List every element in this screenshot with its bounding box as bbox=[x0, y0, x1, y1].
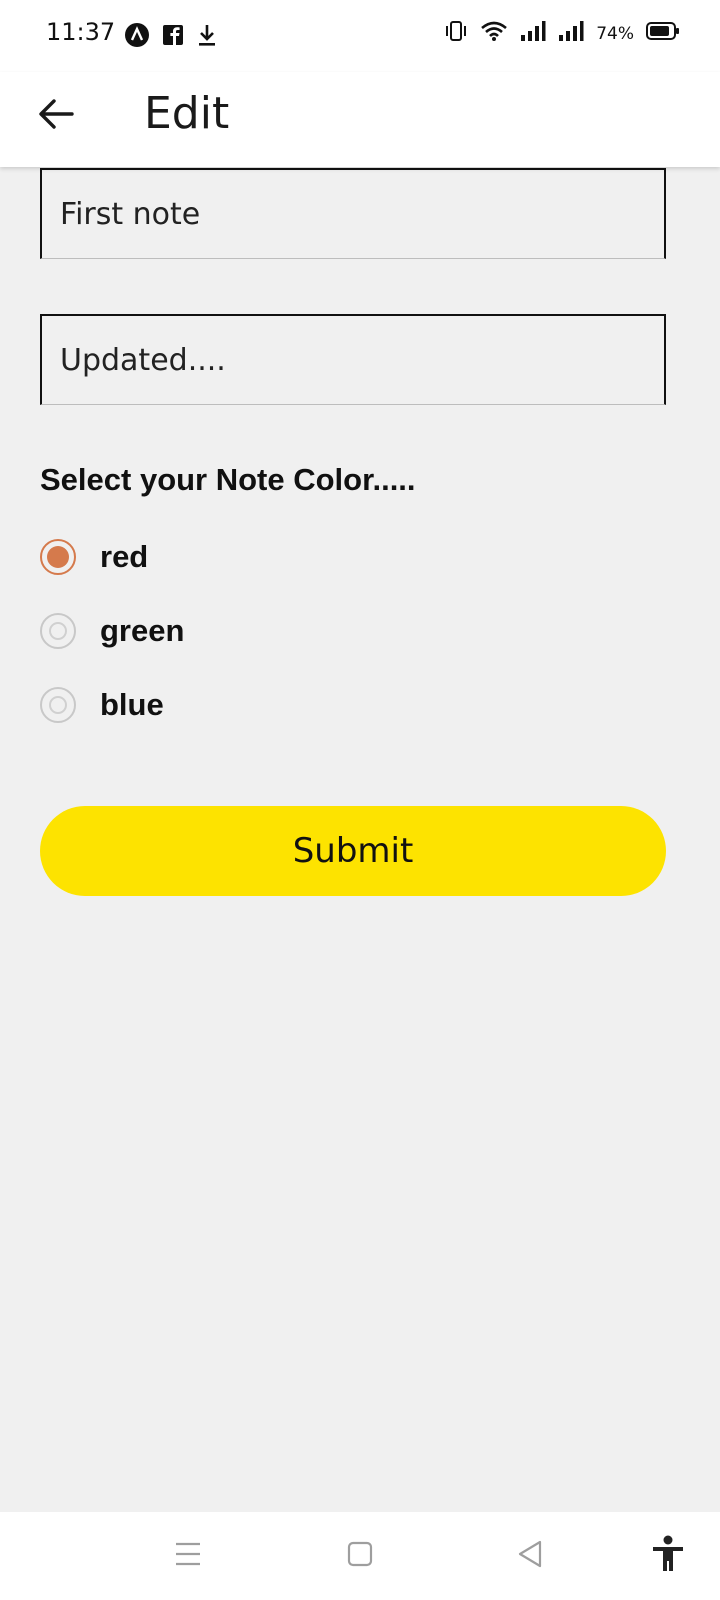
home-button[interactable] bbox=[338, 1534, 382, 1578]
vibrate-icon bbox=[444, 20, 468, 47]
accessibility-button[interactable] bbox=[646, 1534, 690, 1578]
note-title-input[interactable] bbox=[42, 170, 664, 258]
menu-button[interactable] bbox=[166, 1534, 210, 1578]
page-title: Edit bbox=[144, 88, 230, 139]
radio-label-green: green bbox=[100, 613, 185, 648]
battery-percent: 74% bbox=[596, 23, 634, 44]
download-icon bbox=[196, 23, 218, 52]
radio-option-red[interactable]: red bbox=[40, 535, 148, 579]
menu-icon bbox=[174, 1541, 202, 1572]
back-button[interactable] bbox=[30, 90, 82, 142]
back-triangle-icon bbox=[516, 1539, 544, 1574]
radio-option-blue[interactable]: blue bbox=[40, 683, 164, 727]
back-nav-button[interactable] bbox=[508, 1534, 552, 1578]
radio-button-red[interactable] bbox=[40, 539, 76, 575]
radio-label-blue: blue bbox=[100, 687, 164, 722]
note-body-field[interactable] bbox=[40, 314, 666, 405]
radio-button-green[interactable] bbox=[40, 613, 76, 649]
app-bar: Edit bbox=[0, 72, 720, 167]
note-body-input[interactable] bbox=[42, 316, 664, 404]
signal-icon bbox=[558, 20, 584, 47]
radio-button-blue[interactable] bbox=[40, 687, 76, 723]
color-prompt-label: Select your Note Color..... bbox=[40, 462, 416, 497]
status-bar: 11:37 74% bbox=[0, 0, 720, 72]
battery-icon bbox=[646, 21, 680, 46]
accessibility-icon bbox=[651, 1535, 685, 1578]
status-time: 11:37 bbox=[46, 18, 116, 46]
radio-option-green[interactable]: green bbox=[40, 609, 184, 653]
submit-button[interactable]: Submit bbox=[40, 806, 666, 896]
facebook-icon bbox=[162, 24, 184, 51]
radio-label-red: red bbox=[100, 539, 149, 574]
arrow-left-icon bbox=[38, 98, 74, 135]
system-nav-bar bbox=[0, 1512, 720, 1600]
home-square-icon bbox=[347, 1541, 373, 1572]
status-icons-right: 74% bbox=[444, 20, 680, 47]
note-title-field[interactable] bbox=[40, 168, 666, 259]
status-icons-left bbox=[124, 22, 218, 53]
signal-icon bbox=[520, 20, 546, 47]
app-notification-icon bbox=[124, 22, 150, 53]
wifi-icon bbox=[480, 20, 508, 47]
